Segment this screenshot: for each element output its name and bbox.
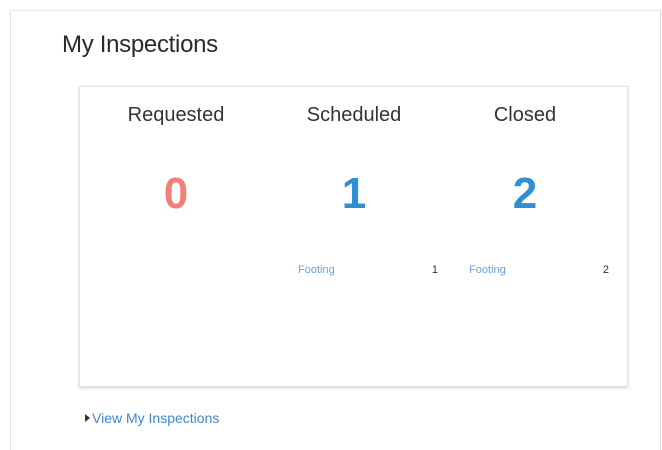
closed-breakdown-type-link[interactable]: Footing — [469, 264, 506, 276]
caret-right-icon — [85, 414, 90, 422]
requested-label: Requested — [127, 104, 225, 126]
inspection-stats-card: Requested 0 Scheduled 1 Footing 1 Closed… — [79, 86, 628, 387]
scheduled-count[interactable]: 1 — [264, 169, 444, 219]
scheduled-breakdown-type-link[interactable]: Footing — [298, 264, 335, 276]
view-my-inspections-link[interactable]: View My Inspections — [85, 410, 219, 426]
scheduled-label: Scheduled — [306, 104, 402, 126]
closed-count[interactable]: 2 — [435, 169, 615, 219]
requested-count[interactable]: 0 — [86, 169, 266, 219]
scheduled-breakdown-count: 1 — [431, 264, 438, 276]
page-title: My Inspections — [62, 31, 218, 58]
view-my-inspections-label: View My Inspections — [92, 410, 220, 426]
closed-label: Closed — [493, 104, 557, 126]
closed-breakdown-count: 2 — [602, 264, 609, 276]
